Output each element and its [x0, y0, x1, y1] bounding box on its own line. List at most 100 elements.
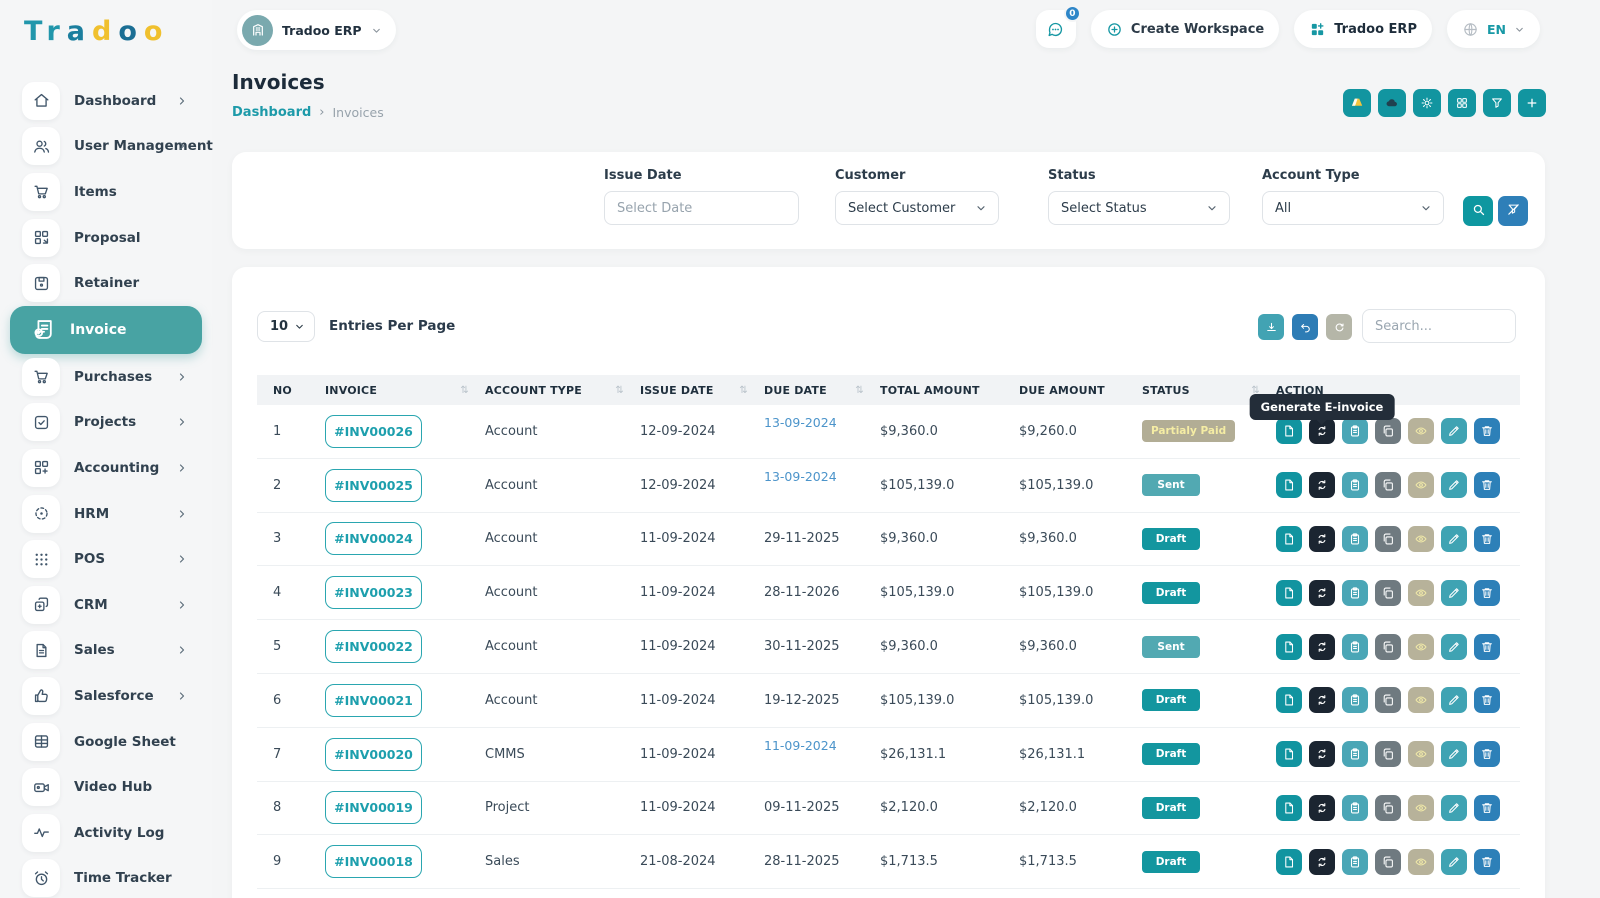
column-header-account-type[interactable]: ACCOUNT TYPE⇅ [485, 384, 640, 397]
entries-per-page-select[interactable]: 10 [257, 311, 315, 342]
due-date-value[interactable]: 13-09-2024 [764, 415, 837, 430]
language-selector[interactable]: EN [1447, 10, 1540, 48]
filter-button[interactable] [1483, 89, 1511, 117]
column-header-invoice[interactable]: INVOICE⇅ [325, 384, 485, 397]
filter-clear-button[interactable] [1498, 196, 1528, 226]
preview-button[interactable] [1408, 580, 1434, 606]
drive-export-button[interactable] [1343, 89, 1371, 117]
invoice-number-button[interactable]: #INV00019 [325, 791, 422, 824]
invoice-document-button[interactable] [1276, 634, 1302, 660]
status-select[interactable]: Select Status [1048, 191, 1230, 225]
invoice-document-button[interactable] [1276, 795, 1302, 821]
invoice-document-button[interactable] [1276, 741, 1302, 767]
sidebar-item-accounting[interactable]: Accounting [0, 445, 212, 491]
sidebar-item-retainer[interactable]: Retainer [0, 260, 212, 306]
duplicate-button[interactable] [1342, 580, 1368, 606]
sidebar-item-projects[interactable]: Projects [0, 400, 212, 446]
preview-button[interactable] [1408, 472, 1434, 498]
undo-button[interactable] [1292, 314, 1318, 340]
sort-icon[interactable]: ⇅ [615, 385, 624, 396]
issue-date-input[interactable] [604, 191, 799, 225]
table-search-input[interactable] [1362, 309, 1516, 343]
edit-button[interactable] [1441, 472, 1467, 498]
invoice-number-button[interactable]: #INV00021 [325, 684, 422, 717]
delete-button[interactable] [1474, 687, 1500, 713]
cloud-export-button[interactable] [1378, 89, 1406, 117]
generate-einvoice-button[interactable] [1309, 580, 1335, 606]
duplicate-button[interactable] [1342, 687, 1368, 713]
sidebar-item-sales[interactable]: Sales [0, 628, 212, 674]
copy-button[interactable] [1375, 418, 1401, 444]
account-type-select[interactable]: All [1262, 191, 1444, 225]
edit-button[interactable] [1441, 741, 1467, 767]
invoice-number-button[interactable]: #INV00022 [325, 630, 422, 663]
customer-select[interactable]: Select Customer [835, 191, 999, 225]
generate-einvoice-button[interactable] [1309, 634, 1335, 660]
copy-button[interactable] [1375, 795, 1401, 821]
sidebar-item-time-tracker[interactable]: Time Tracker [0, 856, 212, 898]
invoice-document-button[interactable] [1276, 687, 1302, 713]
invoice-number-button[interactable]: #INV00026 [325, 415, 422, 448]
refresh-button[interactable] [1326, 314, 1352, 340]
sidebar-item-invoice[interactable]: Invoice [10, 306, 202, 354]
app-switcher-button[interactable]: Tradoo ERP [1294, 10, 1432, 48]
generate-einvoice-button[interactable] [1309, 849, 1335, 875]
copy-button[interactable] [1375, 472, 1401, 498]
copy-button[interactable] [1375, 741, 1401, 767]
edit-button[interactable] [1441, 526, 1467, 552]
edit-button[interactable] [1441, 634, 1467, 660]
sidebar-item-purchases[interactable]: Purchases [0, 354, 212, 400]
due-date-value[interactable]: 11-09-2024 [764, 738, 837, 753]
preview-button[interactable] [1408, 687, 1434, 713]
duplicate-button[interactable] [1342, 634, 1368, 660]
invoice-document-button[interactable] [1276, 472, 1302, 498]
edit-button[interactable] [1441, 849, 1467, 875]
filter-search-button[interactable] [1463, 196, 1493, 226]
delete-button[interactable] [1474, 634, 1500, 660]
invoice-number-button[interactable]: #INV00023 [325, 576, 422, 609]
invoice-number-button[interactable]: #INV00020 [325, 738, 422, 771]
column-header-due-date[interactable]: DUE DATE⇅ [764, 384, 880, 397]
invoice-document-button[interactable] [1276, 418, 1302, 444]
sort-icon[interactable]: ⇅ [739, 385, 748, 396]
preview-button[interactable] [1408, 634, 1434, 660]
delete-button[interactable] [1474, 526, 1500, 552]
grid-view-button[interactable] [1448, 89, 1476, 117]
edit-button[interactable] [1441, 418, 1467, 444]
copy-button[interactable] [1375, 526, 1401, 552]
invoice-document-button[interactable] [1276, 849, 1302, 875]
duplicate-button[interactable] [1342, 526, 1368, 552]
due-date-value[interactable]: 13-09-2024 [764, 469, 837, 484]
copy-button[interactable] [1375, 580, 1401, 606]
delete-button[interactable] [1474, 472, 1500, 498]
preview-button[interactable] [1408, 849, 1434, 875]
preview-button[interactable] [1408, 795, 1434, 821]
column-header-issue-date[interactable]: ISSUE DATE⇅ [640, 384, 764, 397]
edit-button[interactable] [1441, 580, 1467, 606]
sidebar-item-dashboard[interactable]: Dashboard [0, 78, 212, 124]
copy-button[interactable] [1375, 687, 1401, 713]
generate-einvoice-button[interactable] [1309, 526, 1335, 552]
sidebar-item-items[interactable]: Items [0, 169, 212, 215]
sidebar-item-google-sheet[interactable]: Google Sheet [0, 719, 212, 765]
delete-button[interactable] [1474, 741, 1500, 767]
chat-button[interactable]: 0 [1036, 10, 1076, 48]
sidebar-item-hrm[interactable]: HRM [0, 491, 212, 537]
generate-einvoice-button[interactable] [1309, 472, 1335, 498]
duplicate-button[interactable] [1342, 472, 1368, 498]
sidebar-item-proposal[interactable]: Proposal [0, 215, 212, 261]
add-invoice-button[interactable] [1518, 89, 1546, 117]
invoice-number-button[interactable]: #INV00024 [325, 522, 422, 555]
duplicate-button[interactable] [1342, 849, 1368, 875]
copy-button[interactable] [1375, 634, 1401, 660]
workspace-selector[interactable]: Tradoo ERP [237, 10, 396, 50]
sidebar-item-user-management[interactable]: User Management [0, 124, 212, 170]
generate-einvoice-button[interactable] [1309, 795, 1335, 821]
sort-icon[interactable]: ⇅ [460, 385, 469, 396]
delete-button[interactable] [1474, 795, 1500, 821]
delete-button[interactable] [1474, 418, 1500, 444]
edit-button[interactable] [1441, 795, 1467, 821]
sort-icon[interactable]: ⇅ [855, 385, 864, 396]
export-download-button[interactable] [1258, 314, 1284, 340]
sidebar-item-pos[interactable]: POS [0, 536, 212, 582]
